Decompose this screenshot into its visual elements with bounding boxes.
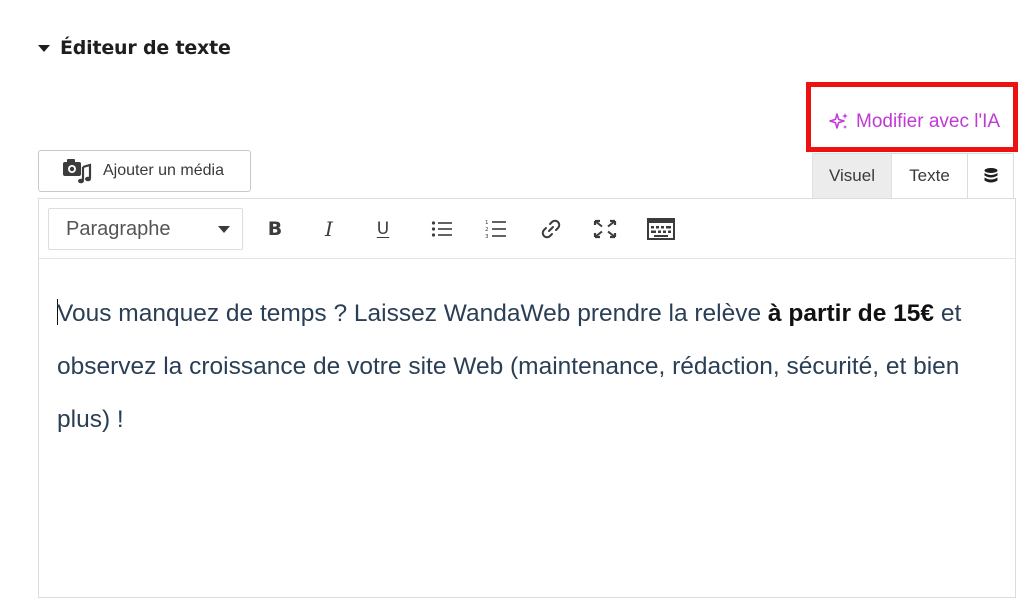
toolbar-toggle-button[interactable] xyxy=(643,211,679,247)
keyboard-icon xyxy=(647,218,675,240)
italic-button[interactable]: I xyxy=(311,211,347,247)
text-editor: Paragraphe B I U 1 2 3 Vous manquez de t… xyxy=(38,198,1016,598)
content-text-1: Vous manquez de temps ? Laissez WandaWeb… xyxy=(57,300,768,327)
bullet-list-icon xyxy=(431,221,452,237)
bullet-list-button[interactable] xyxy=(424,211,460,247)
editor-content[interactable]: Vous manquez de temps ? Laissez WandaWeb… xyxy=(57,287,987,446)
media-icon xyxy=(63,159,92,184)
edit-with-ai-button[interactable]: Modifier avec l'IA xyxy=(828,108,1000,136)
database-icon xyxy=(984,168,997,183)
fullscreen-button[interactable] xyxy=(587,211,623,247)
tab-visual[interactable]: Visuel xyxy=(812,153,892,198)
link-icon xyxy=(541,219,561,239)
numbered-list-button[interactable]: 1 2 3 xyxy=(478,211,514,247)
content-bold-text: à partir de 15€ xyxy=(767,300,935,327)
numbered-list-icon: 1 2 3 xyxy=(485,220,506,239)
sparkle-icon xyxy=(829,113,848,129)
tab-text[interactable]: Texte xyxy=(892,153,968,198)
fullscreen-icon xyxy=(593,219,617,239)
caret-down-icon xyxy=(38,44,50,52)
bold-button[interactable]: B xyxy=(257,211,293,247)
format-select[interactable]: Paragraphe xyxy=(48,208,243,250)
add-media-button[interactable]: Ajouter un média xyxy=(38,150,251,192)
insert-link-button[interactable] xyxy=(533,211,569,247)
editor-toolbar: Paragraphe B I U 1 2 3 xyxy=(39,199,1015,259)
edit-with-ai-label: Modifier avec l'IA xyxy=(856,111,1001,132)
add-media-label: Ajouter un média xyxy=(103,162,224,179)
underline-button[interactable]: U xyxy=(365,211,401,247)
svg-text:2: 2 xyxy=(485,227,489,233)
format-select-value: Paragraphe xyxy=(66,217,171,240)
svg-text:1: 1 xyxy=(485,220,489,226)
chevron-down-icon xyxy=(218,225,230,233)
dynamic-tags-button[interactable] xyxy=(968,153,1014,198)
editor-mode-tabs: Visuel Texte xyxy=(812,153,1014,198)
section-header[interactable]: Éditeur de texte xyxy=(38,34,231,62)
svg-text:3: 3 xyxy=(485,234,489,239)
section-title: Éditeur de texte xyxy=(60,37,231,59)
